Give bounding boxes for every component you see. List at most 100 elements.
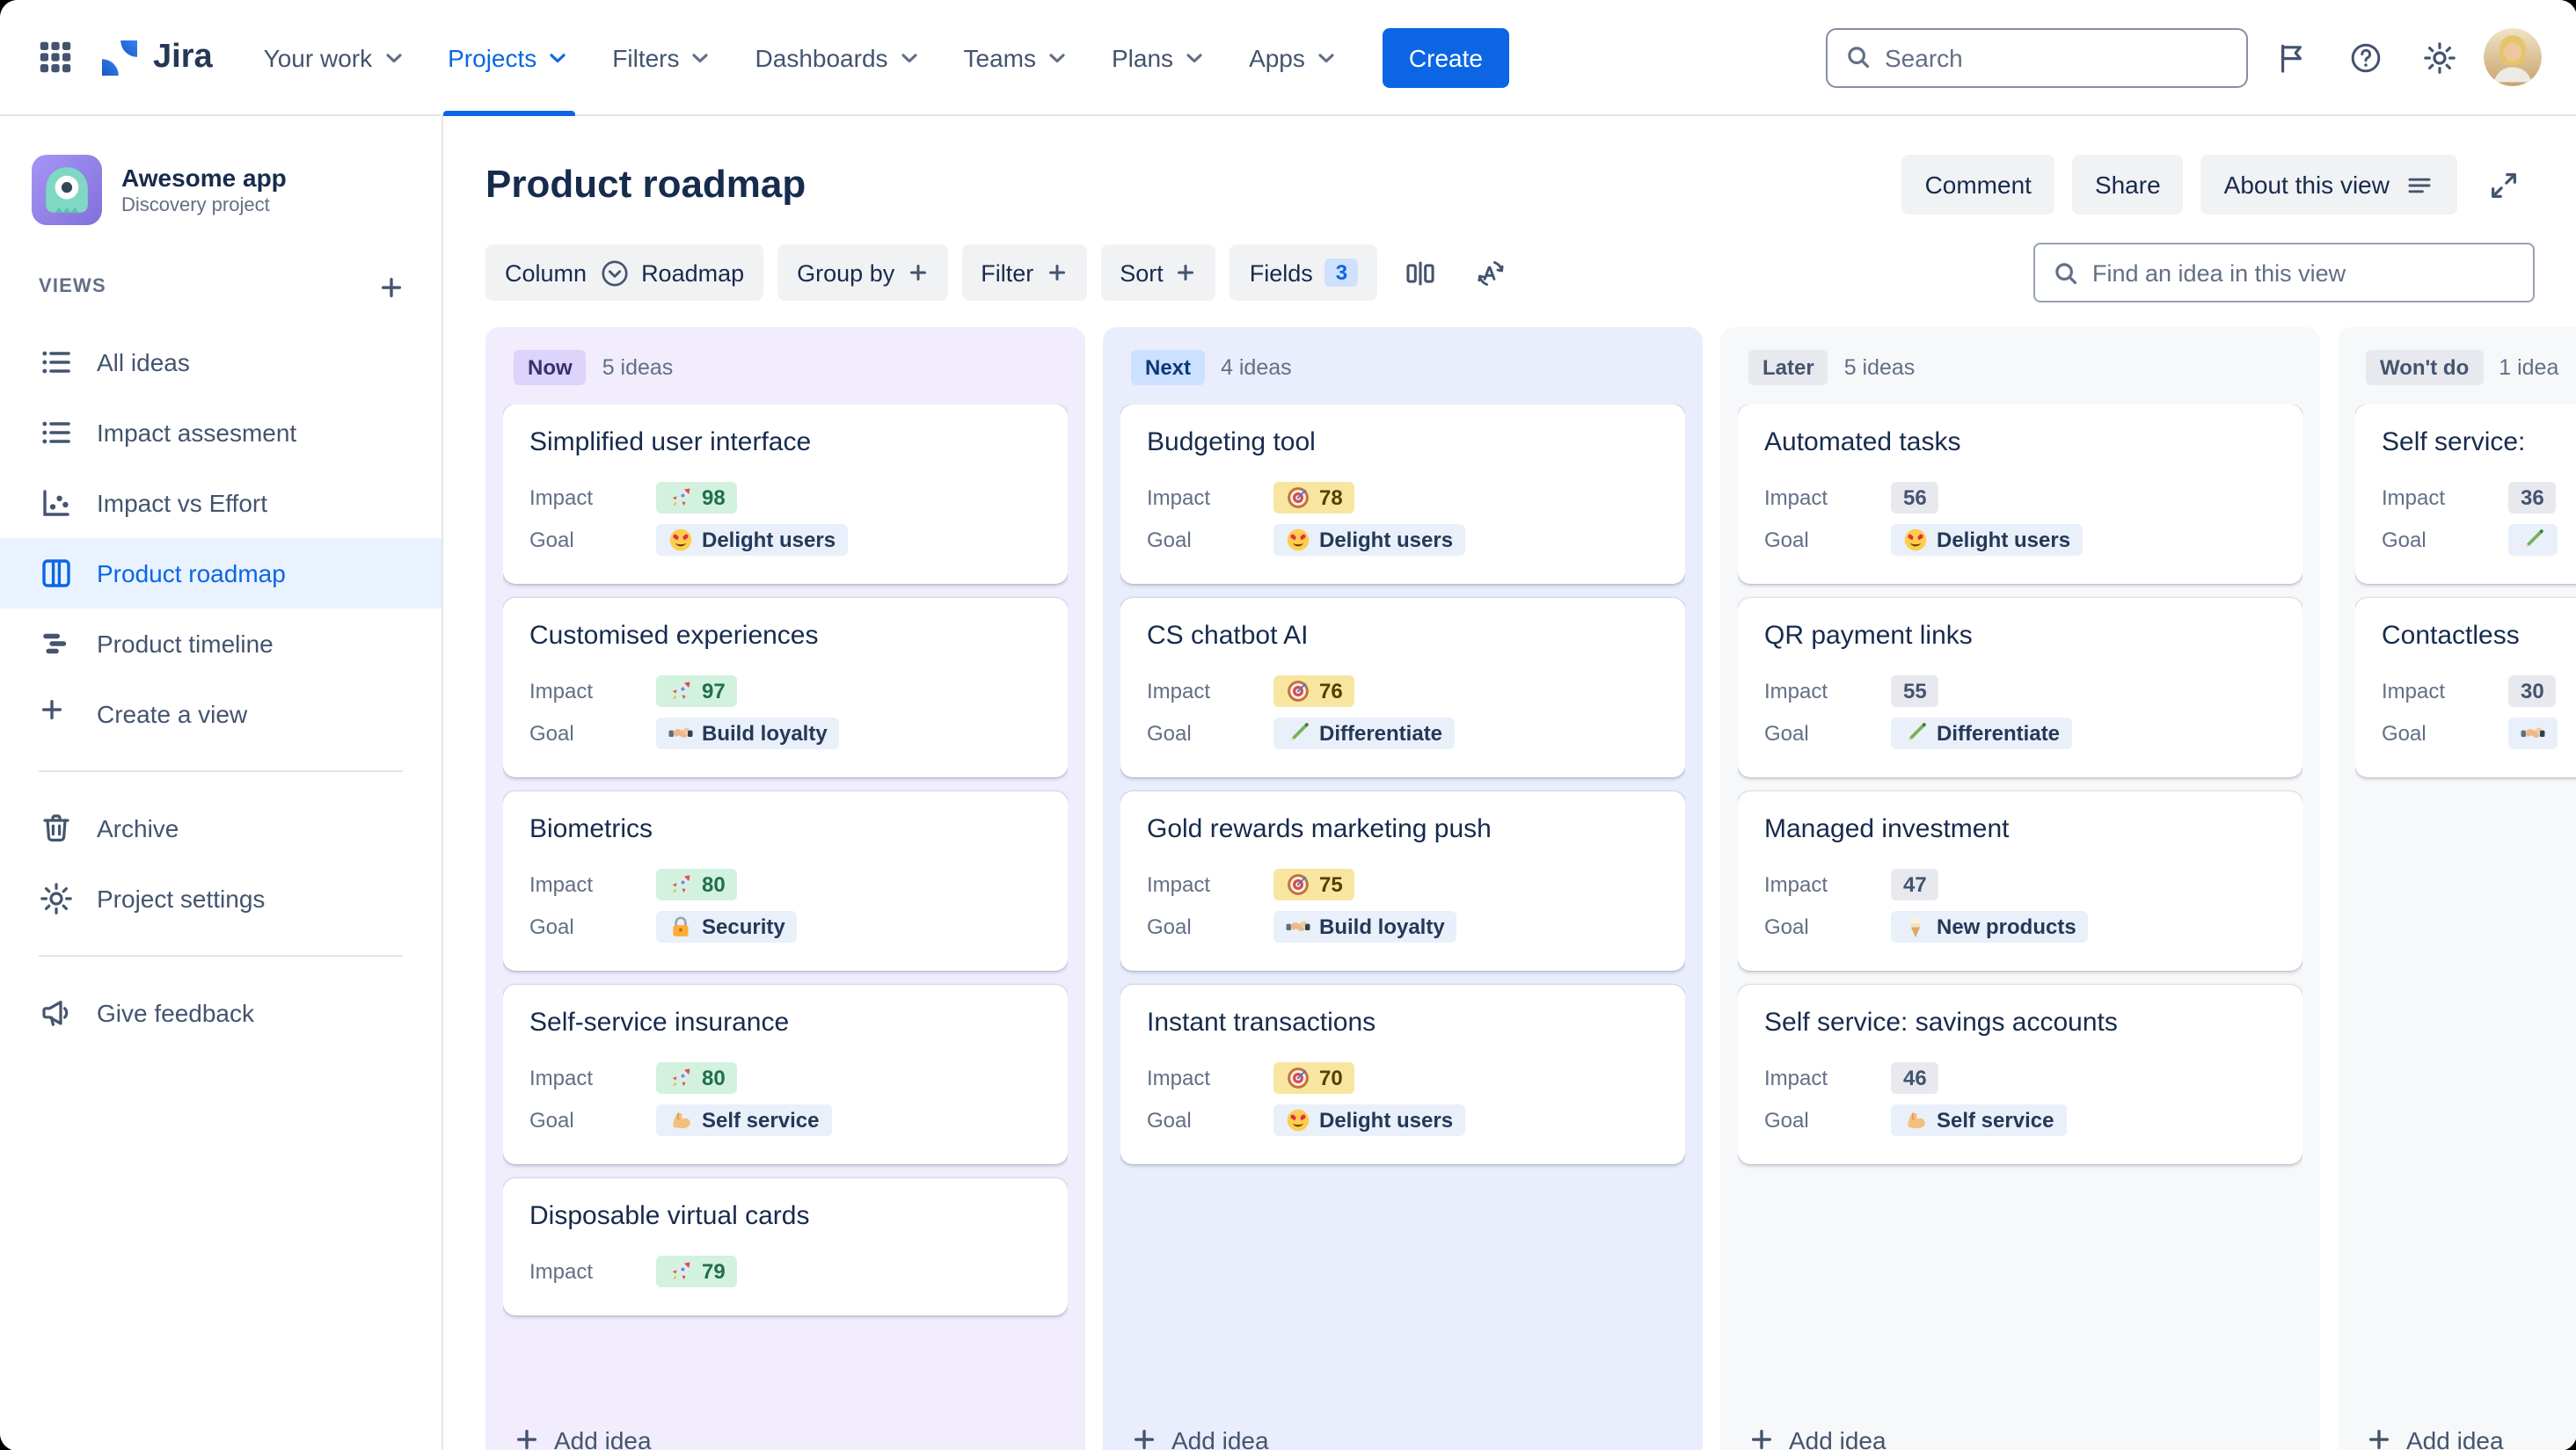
share-button[interactable]: Share <box>2071 155 2184 215</box>
timeline-icon <box>39 626 74 661</box>
idea-card[interactable]: Self-service insurance Impact 80 Goal Self s… <box>503 985 1068 1164</box>
column-selector[interactable]: Column Roadmap <box>485 244 764 301</box>
field-label: Goal <box>1764 528 1809 552</box>
goal-badge[interactable]: Delight users <box>656 524 849 556</box>
jira-logo[interactable]: Jira <box>99 36 213 78</box>
expand-view-button[interactable] <box>2474 155 2534 215</box>
add-idea-button[interactable]: Add idea <box>1120 1422 1685 1450</box>
sort-alphabetical-button[interactable] <box>1462 244 1518 301</box>
impact-badge[interactable]: 46 <box>1891 1062 1939 1094</box>
project-header[interactable]: Awesome app Discovery project <box>0 155 441 225</box>
impact-badge[interactable]: 56 <box>1891 482 1939 514</box>
sidebar-item-create-a-view[interactable]: Create a view <box>0 679 441 749</box>
idea-card[interactable]: Self service: savings accounts Impact 46 Go… <box>1738 985 2302 1164</box>
board-dividers-button[interactable] <box>1391 244 1448 301</box>
nav-item-apps[interactable]: Apps <box>1230 0 1358 115</box>
sidebar-item-impact-vs-effort[interactable]: Impact vs Effort <box>0 468 441 538</box>
button-label: Sort <box>1120 259 1164 286</box>
column-header: Won't do 1 idea <box>2355 346 2576 404</box>
chip-value: Build loyalty <box>1319 914 1445 939</box>
give-feedback-button[interactable]: Give feedback <box>0 978 441 1048</box>
user-avatar[interactable] <box>2483 28 2541 86</box>
goal-badge[interactable]: Self service <box>1891 1104 2067 1136</box>
goal-badge[interactable]: Delight users <box>1273 524 1466 556</box>
field-label: Goal <box>1147 528 1192 552</box>
goal-badge[interactable]: New products <box>1891 911 2089 943</box>
goal-badge[interactable] <box>2508 524 2558 556</box>
global-search-input[interactable] <box>1885 43 2228 71</box>
nav-item-plans[interactable]: Plans <box>1092 0 1226 115</box>
idea-card[interactable]: Automated tasks Impact 56 Goal Delight users <box>1738 404 2302 584</box>
impact-badge[interactable]: 75 <box>1273 869 1355 900</box>
find-idea-input[interactable] <box>2092 259 2514 286</box>
nav-item-teams[interactable]: Teams <box>945 0 1089 115</box>
sidebar-item-product-timeline[interactable]: Product timeline <box>0 608 441 679</box>
global-search[interactable] <box>1825 27 2247 87</box>
nav-item-filters[interactable]: Filters <box>593 0 732 115</box>
idea-card[interactable]: Gold rewards marketing push Impact 75 Goal B… <box>1120 791 1685 971</box>
idea-card[interactable]: Contactless Impact 30 Goal <box>2355 598 2576 777</box>
impact-badge[interactable]: 97 <box>656 675 738 707</box>
settings-button[interactable] <box>2409 27 2469 87</box>
comment-button[interactable]: Comment <box>1901 155 2054 215</box>
board-columns-icon <box>39 556 74 591</box>
idea-card[interactable]: Self service: Impact 36 Goal <box>2355 404 2576 584</box>
sidebar-item-all-ideas[interactable]: All ideas <box>0 327 441 397</box>
create-button[interactable]: Create <box>1382 27 1509 87</box>
column-cards: Simplified user interface Impact 98 Goal Del… <box>503 404 1068 1404</box>
idea-card[interactable]: Simplified user interface Impact 98 Goal Del… <box>503 404 1068 584</box>
idea-card[interactable]: Biometrics Impact 80 Goal Security <box>503 791 1068 971</box>
impact-badge[interactable]: 79 <box>656 1256 738 1287</box>
add-idea-button[interactable]: Add idea <box>2355 1422 2576 1450</box>
impact-badge[interactable]: 98 <box>656 482 738 514</box>
idea-card[interactable]: QR payment links Impact 55 Goal Differentiat… <box>1738 598 2302 777</box>
sidebar-item-project-settings[interactable]: Project settings <box>0 863 441 934</box>
nav-item-your-work[interactable]: Your work <box>244 0 426 115</box>
idea-card[interactable]: CS chatbot AI Impact 76 Goal Differentiate <box>1120 598 1685 777</box>
sidebar-item-product-roadmap[interactable]: Product roadmap <box>0 538 441 608</box>
idea-card[interactable]: Customised experiences Impact 97 Goal Build … <box>503 598 1068 777</box>
impact-badge[interactable]: 78 <box>1273 482 1355 514</box>
impact-badge[interactable]: 47 <box>1891 869 1939 900</box>
idea-card[interactable]: Budgeting tool Impact 78 Goal Delight users <box>1120 404 1685 584</box>
goal-badge[interactable]: Delight users <box>1273 1104 1466 1136</box>
goal-badge[interactable]: Self service <box>656 1104 832 1136</box>
goal-badge[interactable]: Build loyalty <box>1273 911 1457 943</box>
impact-badge[interactable]: 80 <box>656 869 738 900</box>
goal-badge[interactable] <box>2508 718 2558 749</box>
impact-badge[interactable]: 76 <box>1273 675 1355 707</box>
impact-badge[interactable]: 55 <box>1891 675 1939 707</box>
help-button[interactable] <box>2335 27 2395 87</box>
about-this-view-button[interactable]: About this view <box>2200 155 2456 215</box>
group-by-button[interactable]: Group by <box>777 244 948 301</box>
card-title: Budgeting tool <box>1147 427 1316 457</box>
chevron-down-icon <box>1182 45 1207 69</box>
impact-badge[interactable]: 80 <box>656 1062 738 1094</box>
sort-button[interactable]: Sort <box>1100 244 1216 301</box>
find-idea-search[interactable] <box>2032 243 2534 302</box>
idea-card[interactable]: Instant transactions Impact 70 Goal Delight … <box>1120 985 1685 1164</box>
impact-badge[interactable]: 70 <box>1273 1062 1355 1094</box>
add-view-button[interactable] <box>368 264 413 310</box>
goal-badge[interactable]: Differentiate <box>1273 718 1456 749</box>
sidebar-item-archive[interactable]: Archive <box>0 793 441 863</box>
goal-badge[interactable]: Delight users <box>1891 524 2083 556</box>
goal-badge[interactable]: Differentiate <box>1891 718 2073 749</box>
goal-badge[interactable]: Build loyalty <box>656 718 840 749</box>
impact-badge[interactable]: 30 <box>2508 675 2557 707</box>
add-idea-button[interactable]: Add idea <box>1738 1422 2302 1450</box>
idea-card[interactable]: Disposable virtual cards Impact 79 <box>503 1178 1068 1315</box>
app-switcher-button[interactable] <box>25 27 84 87</box>
goal-badge[interactable]: Security <box>656 911 798 943</box>
fields-button[interactable]: Fields 3 <box>1230 244 1378 301</box>
nav-item-projects[interactable]: Projects <box>428 0 589 115</box>
card-field-goal: Goal <box>2382 519 2576 561</box>
nav-item-dashboards[interactable]: Dashboards <box>736 0 941 115</box>
notifications-button[interactable] <box>2261 27 2321 87</box>
add-idea-button[interactable]: Add idea <box>503 1422 1068 1450</box>
impact-badge[interactable]: 36 <box>2508 482 2557 514</box>
sidebar-item-impact-assesment[interactable]: Impact assesment <box>0 397 441 468</box>
filter-button[interactable]: Filter <box>961 244 1087 301</box>
idea-card[interactable]: Managed investment Impact 47 Goal New produc… <box>1738 791 2302 971</box>
field-label: Goal <box>1764 721 1809 746</box>
